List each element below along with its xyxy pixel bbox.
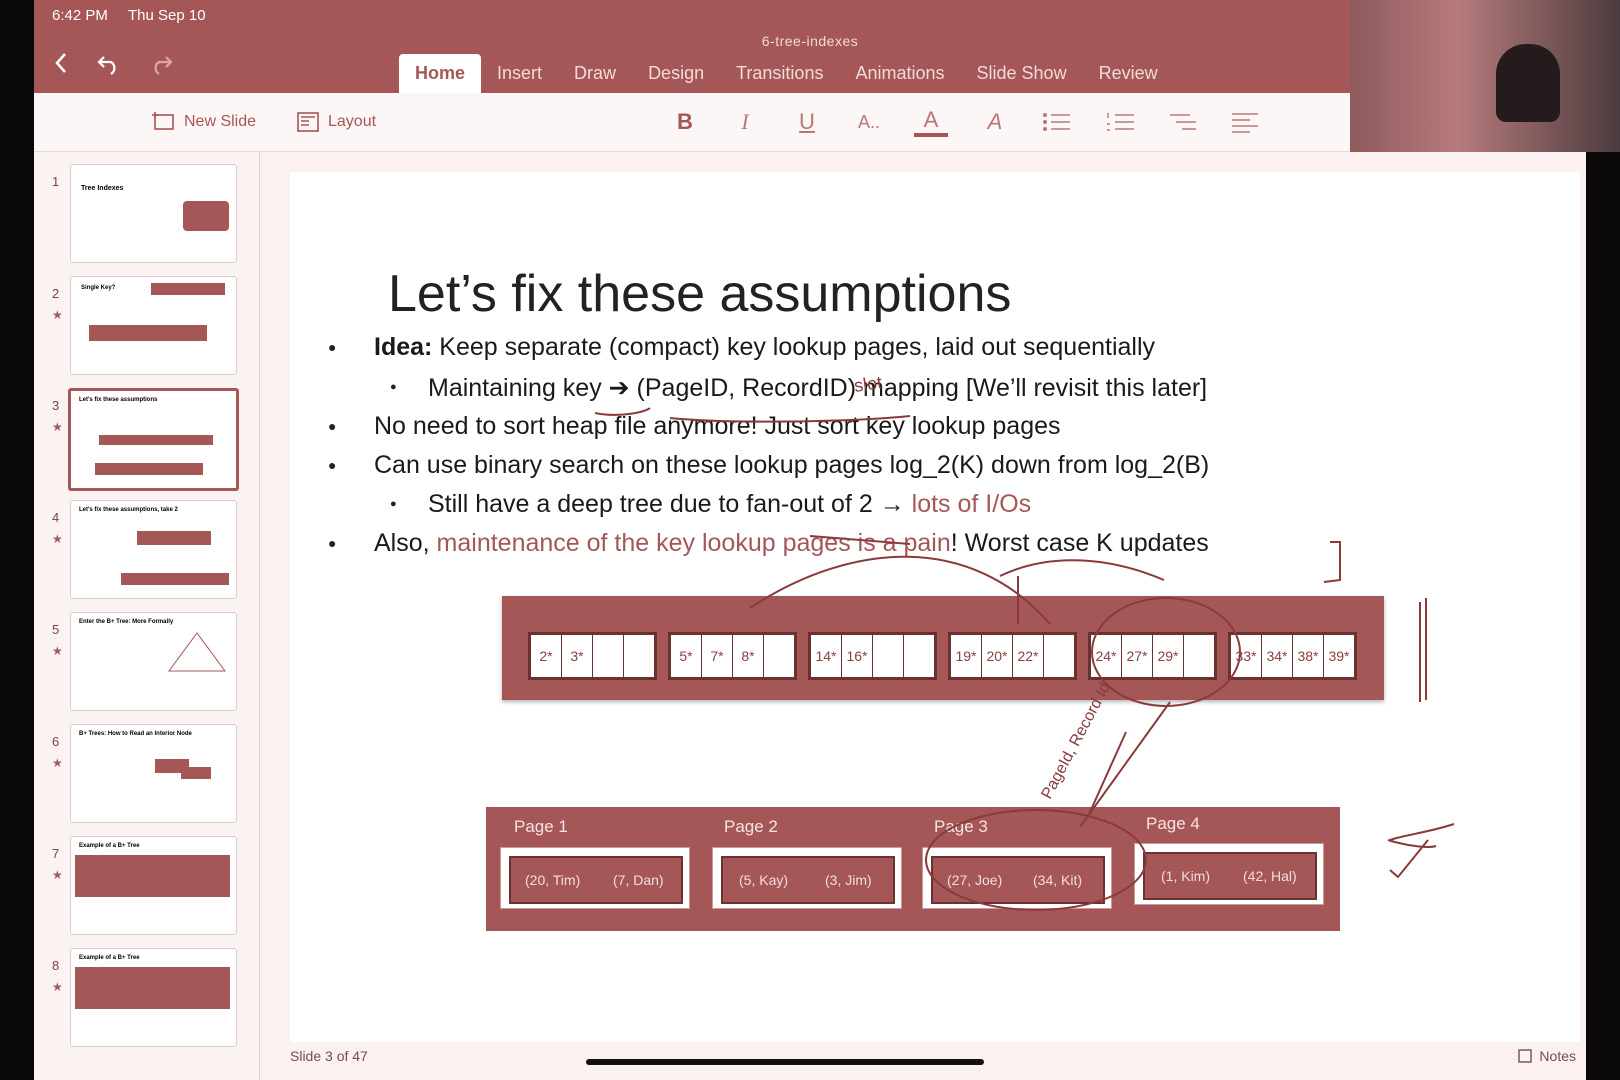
thumb-title: Let's fix these assumptions [79,397,158,403]
align-button[interactable] [1228,107,1262,137]
italic-button[interactable]: I [728,107,762,137]
thumb-title: Let's fix these assumptions, take 2 [79,507,178,513]
thumb-number: 8 [52,958,60,973]
bullets-button[interactable] [1040,107,1074,137]
thumb-image [183,201,229,231]
slide-counter: Slide 3 of 47 [290,1048,368,1064]
powerpoint-app: 6:42 PM Thu Sep 10 6-tree-indexes Home I… [34,0,1586,1080]
thumb-number: 5 [52,622,60,637]
tab-review[interactable]: Review [1083,54,1174,93]
webcam-video [1350,0,1620,152]
slide-thumb-7[interactable]: Example of a B+ Tree [70,836,237,935]
thumb-number: 6 [52,734,60,749]
ink-annotations: slot PageId, Record Id [594,372,1455,911]
thumb-shape [89,325,207,341]
bullet-list-icon [1043,113,1070,131]
slide-thumb-4[interactable]: Let's fix these assumptions, take 2 [70,500,237,599]
bold-button[interactable]: B [668,107,702,137]
slide-thumb-2[interactable]: Single Key? [70,276,237,375]
font-size-button[interactable]: A.. [852,107,886,137]
star-icon: ★ [52,644,63,658]
home-indicator[interactable] [586,1059,984,1065]
thumb-shape [121,573,229,585]
thumb-shape [95,463,203,475]
ink-slot-label: slot [853,372,884,396]
thumb-shape [75,855,230,897]
new-slide-icon [152,112,174,130]
redo-icon [154,56,173,75]
undo-button[interactable] [94,48,124,78]
thumb-number: 1 [52,174,60,189]
ribbon-tabs: Home Insert Draw Design Transitions Anim… [399,54,1174,93]
font-color-button[interactable]: A [914,107,948,137]
multilevel-list-button[interactable] [1166,107,1200,137]
thumb-shape [151,283,225,295]
person-silhouette [1496,44,1560,122]
chevron-left-icon [55,53,66,73]
tab-draw[interactable]: Draw [558,54,632,93]
thumb-title: Single Key? [81,285,116,291]
back-button[interactable] [46,48,76,78]
thumb-title: B+ Trees: How to Read an Interior Node [79,731,192,737]
star-icon: ★ [52,980,63,994]
tab-slide-show[interactable]: Slide Show [961,54,1083,93]
layout-icon [297,112,319,132]
thumb-shape [168,632,226,672]
underline-button[interactable]: U [790,107,824,137]
layout-button[interactable]: Layout [296,108,376,136]
star-icon: ★ [52,308,63,322]
video-background [1350,0,1620,152]
status-time: 6:42 PM [52,7,108,24]
slide-3[interactable]: Let’s fix these assumptions ● Idea: Keep… [290,172,1580,1042]
align-left-icon [1232,113,1258,133]
tab-design[interactable]: Design [632,54,720,93]
thumb-number: 4 [52,510,60,525]
new-slide-button[interactable]: New Slide [152,108,256,136]
tab-animations[interactable]: Animations [839,54,960,93]
thumb-shape [181,767,211,779]
thumb-title: Enter the B+ Tree: More Formally [79,619,174,625]
slide-thumb-5[interactable]: Enter the B+ Tree: More Formally [70,612,237,711]
star-icon: ★ [52,756,63,770]
slide-thumb-3[interactable]: Let's fix these assumptions [68,388,239,491]
slide-thumbnails-panel: 1 Tree Indexes 2 ★ Single Key? 3 ★ Let's… [34,152,260,1080]
thumb-shape [137,531,211,545]
slide-canvas: Let’s fix these assumptions ● Idea: Keep… [260,152,1586,1080]
slide-thumb-1[interactable]: Tree Indexes [70,164,237,263]
numbering-button[interactable] [1104,107,1138,137]
thumb-number: 7 [52,846,60,861]
thumb-number: 2 [52,286,60,301]
star-icon: ★ [52,420,63,434]
thumb-title: Example of a B+ Tree [79,843,140,849]
slide-thumb-6[interactable]: B+ Trees: How to Read an Interior Node [70,724,237,823]
tab-home[interactable]: Home [399,54,482,93]
thumb-shape [75,967,230,1009]
thumb-shape [99,435,213,445]
layout-label: Layout [328,113,377,130]
redo-button[interactable] [146,48,176,78]
thumb-title: Example of a B+ Tree [79,955,140,961]
new-slide-label: New Slide [184,113,257,130]
thumb-title: Tree Indexes [81,185,124,192]
tab-transitions[interactable]: Transitions [720,54,839,93]
notes-button[interactable]: Notes [1517,1048,1576,1064]
undo-icon [97,56,116,75]
tab-insert[interactable]: Insert [481,54,558,93]
thumb-number: 3 [52,398,60,413]
notes-icon [1518,1049,1533,1063]
highlight-button[interactable]: A [978,107,1012,137]
star-icon: ★ [52,868,63,882]
status-date: Thu Sep 10 [128,7,206,24]
numbered-list-icon [1107,113,1134,131]
multilevel-list-icon [1170,114,1196,130]
slide-thumb-8[interactable]: Example of a B+ Tree [70,948,237,1047]
notes-label: Notes [1539,1048,1576,1064]
star-icon: ★ [52,532,63,546]
